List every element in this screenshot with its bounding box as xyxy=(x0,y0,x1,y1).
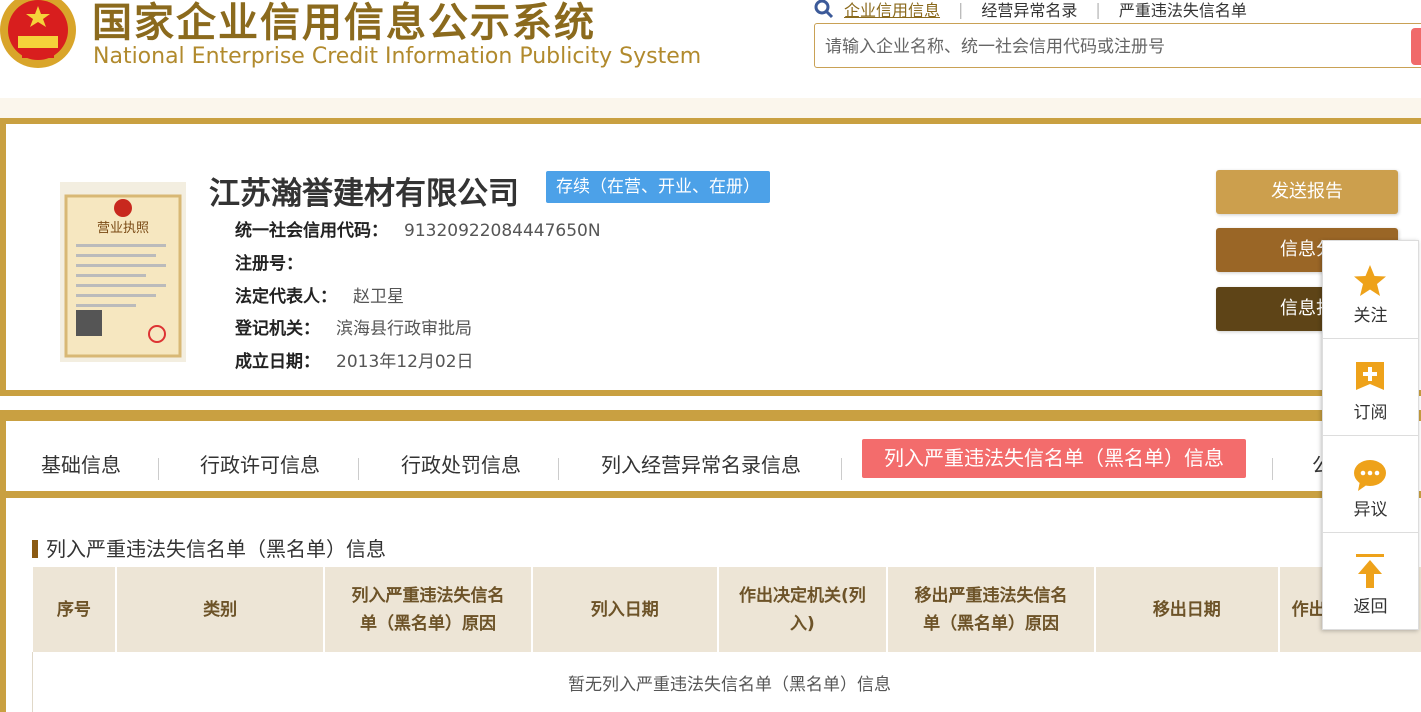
company-name: 江苏瀚誉建材有限公司 xyxy=(209,176,519,212)
info-credit-code: 统一社会信用代码： 91320922084447650N xyxy=(235,216,601,241)
tab-separator xyxy=(841,458,842,480)
send-report-button[interactable]: 发送报告 xyxy=(1216,170,1398,214)
col-category-label: 类别 xyxy=(203,599,238,620)
info-value: 2013年12月02日 xyxy=(336,352,474,372)
col-index-label: 序号 xyxy=(56,599,91,620)
info-value: 滨海县行政审批局 xyxy=(336,319,472,339)
info-label: 成立日期： xyxy=(235,352,320,372)
company-card: 营业执照 江苏瀚誉建材有限公司 存续（在营、开业、在册） 统一社会信用代码： 91… xyxy=(0,118,1421,396)
info-reg-number: 注册号： xyxy=(235,249,319,274)
blacklist-table: 序号 类别 列入严重违法失信名 单（黑名单）原因 列入日期 作出决定机关(列 入) … xyxy=(32,567,1421,712)
tab-admin-license[interactable]: 行政许可信息 xyxy=(200,449,320,478)
info-label: 登记机关： xyxy=(235,319,320,339)
national-emblem-icon xyxy=(0,0,76,68)
site-logo-chinese[interactable]: 国家企业信用信息公示系统 xyxy=(92,0,596,48)
col-list-authority: 作出决定机关(列 入) xyxy=(717,567,889,652)
col-list-date-label: 列入日期 xyxy=(590,599,659,620)
info-label: 法定代表人： xyxy=(235,287,337,307)
nav-blacklist[interactable]: 严重违法失信名单 xyxy=(1119,0,1247,21)
header-divider xyxy=(0,98,1421,120)
col-list-date: 列入日期 xyxy=(531,567,719,652)
info-registration-authority: 登记机关： 滨海县行政审批局 xyxy=(235,314,472,339)
info-value: 91320922084447650N xyxy=(404,221,601,241)
bookmark-add-icon xyxy=(1356,362,1384,390)
section-title: 列入严重违法失信名单（黑名单）信息 xyxy=(32,533,386,562)
info-label: 统一社会信用代码： xyxy=(235,221,388,241)
tab-separator xyxy=(158,458,159,480)
empty-message: 暂无列入严重违法失信名单（黑名单）信息 xyxy=(32,652,1421,712)
side-toolbar: 关注 订阅 异议 返回 xyxy=(1322,240,1419,630)
col-remove-reason: 移出严重违法失信名 单（黑名单）原因 xyxy=(887,567,1096,652)
nav-abnormal-list[interactable]: 经营异常名录 xyxy=(981,0,1077,21)
tab-admin-penalty[interactable]: 行政处罚信息 xyxy=(401,449,521,478)
tab-basic-info[interactable]: 基础信息 xyxy=(41,449,121,478)
col-list-authority-line2: 入) xyxy=(789,613,815,634)
objection-label: 异议 xyxy=(1353,500,1388,520)
info-label: 注册号： xyxy=(235,254,303,274)
tab-blacklist[interactable]: 列入严重违法失信名单（黑名单）信息 xyxy=(862,439,1246,478)
star-icon xyxy=(1354,265,1386,296)
col-category: 类别 xyxy=(116,567,326,652)
search-button[interactable] xyxy=(1411,28,1421,65)
info-established-date: 成立日期： 2013年12月02日 xyxy=(235,347,474,372)
back-label: 返回 xyxy=(1353,597,1388,617)
search-input[interactable] xyxy=(823,32,1407,62)
table-row: 暂无列入严重违法失信名单（黑名单）信息 xyxy=(32,652,1421,712)
nav-separator: | xyxy=(958,0,964,19)
col-list-reason-line1: 列入严重违法失信名 xyxy=(351,585,505,606)
top-nav: 企业信用信息 | 经营异常名录 | 严重违法失信名单 xyxy=(814,0,1247,22)
table-header-row: 序号 类别 列入严重违法失信名 单（黑名单）原因 列入日期 作出决定机关(列 入) … xyxy=(32,567,1421,652)
chat-bubble-icon xyxy=(1354,460,1386,491)
search-box xyxy=(814,23,1421,68)
info-value: 赵卫星 xyxy=(353,287,404,307)
business-license-icon[interactable]: 营业执照 xyxy=(60,182,186,362)
col-remove-reason-line1: 移出严重违法失信名 xyxy=(914,585,1068,606)
tab-separator xyxy=(1272,458,1273,480)
status-badge: 存续（在营、开业、在册） xyxy=(546,171,770,203)
title-bar-marker xyxy=(32,540,38,558)
section-title-text: 列入严重违法失信名单（黑名单）信息 xyxy=(46,537,386,561)
nav-enterprise-credit[interactable]: 企业信用信息 xyxy=(844,0,940,21)
license-title: 营业执照 xyxy=(97,221,149,236)
site-header: 国家企业信用信息公示系统 National Enterprise Credit … xyxy=(0,0,1421,100)
info-legal-rep: 法定代表人： 赵卫星 xyxy=(235,282,404,307)
col-remove-date: 移出日期 xyxy=(1095,567,1280,652)
back-to-top-button[interactable]: 返回 xyxy=(1323,532,1418,629)
tab-bar: 基础信息 行政许可信息 行政处罚信息 列入经营异常名录信息 列入严重违法失信名单… xyxy=(6,421,1421,498)
objection-button[interactable]: 异议 xyxy=(1323,435,1418,533)
subscribe-label: 订阅 xyxy=(1353,403,1388,423)
tab-separator xyxy=(558,458,559,480)
nav-separator: | xyxy=(1095,0,1101,19)
col-remove-reason-line2: 单（黑名单）原因 xyxy=(923,613,1060,634)
col-list-reason-line2: 单（黑名单）原因 xyxy=(360,613,497,634)
detail-section: 基础信息 行政许可信息 行政处罚信息 列入经营异常名录信息 列入严重违法失信名单… xyxy=(0,410,1421,712)
arrow-up-icon xyxy=(1356,554,1384,588)
tab-separator xyxy=(358,458,359,480)
col-index: 序号 xyxy=(32,567,118,652)
col-list-authority-line1: 作出决定机关(列 xyxy=(738,585,866,606)
follow-label: 关注 xyxy=(1353,306,1388,326)
search-icon xyxy=(814,0,834,19)
follow-button[interactable]: 关注 xyxy=(1323,241,1418,339)
col-list-reason: 列入严重违法失信名 单（黑名单）原因 xyxy=(324,567,533,652)
subscribe-button[interactable]: 订阅 xyxy=(1323,338,1418,436)
tab-abnormal-list[interactable]: 列入经营异常名录信息 xyxy=(601,449,801,478)
col-remove-date-label: 移出日期 xyxy=(1152,599,1221,620)
site-logo-english[interactable]: National Enterprise Credit Information P… xyxy=(93,44,701,69)
